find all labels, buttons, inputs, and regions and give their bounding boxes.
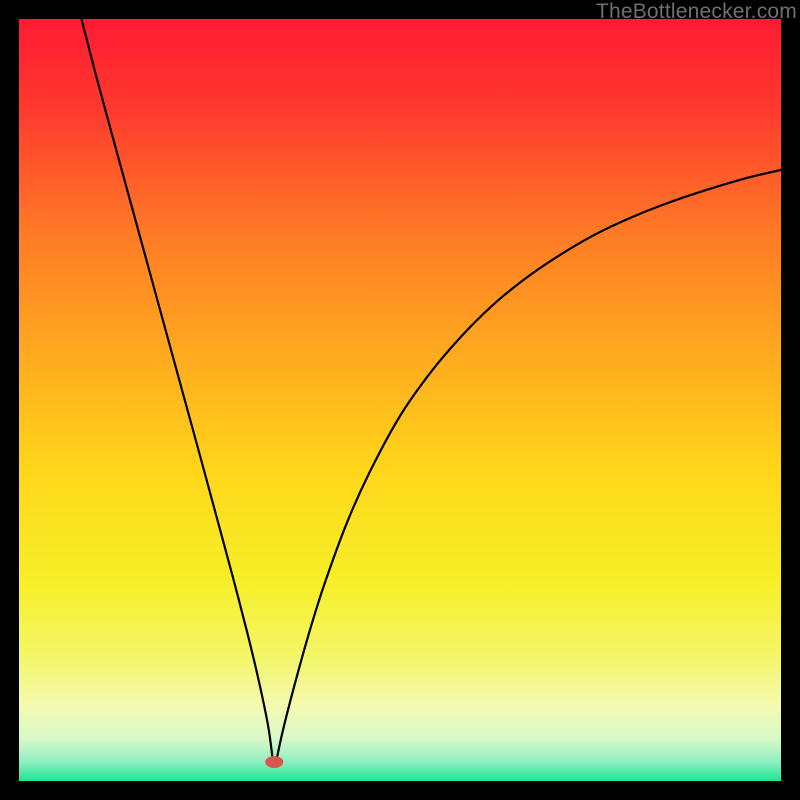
bottleneck-curve-chart [19,19,781,781]
watermark-text: TheBottlenecker.com [596,0,797,24]
chart-frame [19,19,781,781]
chart-background [19,19,781,781]
optimal-point-marker [265,756,283,768]
